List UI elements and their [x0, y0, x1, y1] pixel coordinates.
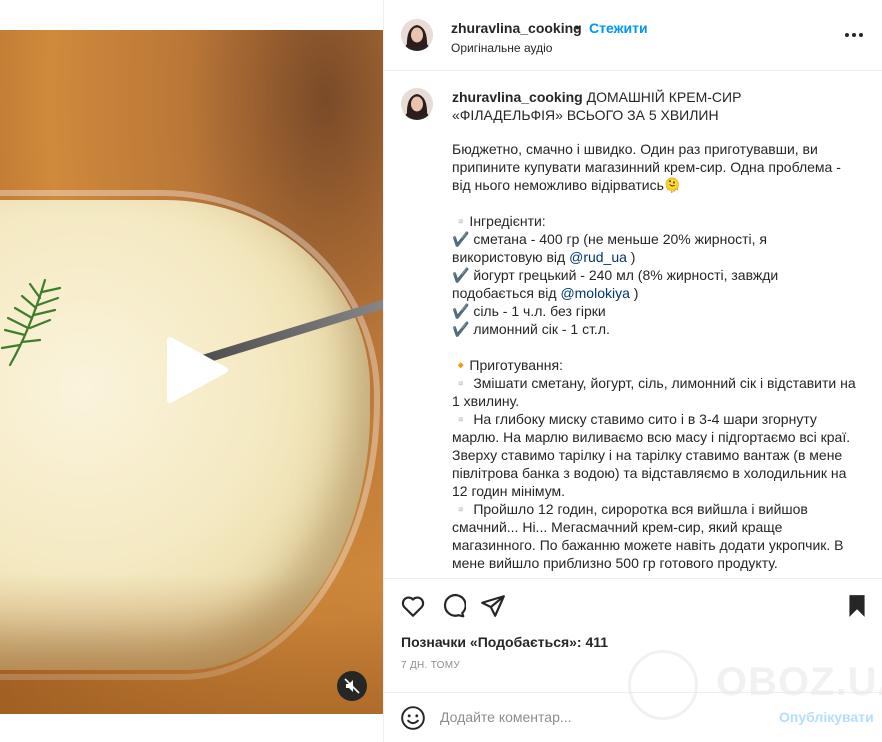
caption-avatar[interactable] [401, 88, 433, 120]
step-item: ▫️ Пройшло 12 годин, сироротка вся вийшл… [452, 501, 844, 571]
dill-garnish [0, 278, 62, 367]
mention-link[interactable]: @molokiya [560, 285, 629, 301]
caption-area: zhuravlina_cooking ДОМАШНІЙ КРЕМ-СИР «ФІ… [384, 72, 882, 577]
post-date[interactable]: 7 ДН. ТОМУ [401, 660, 460, 671]
wooden-board [0, 574, 383, 714]
ingredient-item: ✔️ сіль - 1 ч.л. без гірки [452, 303, 606, 319]
avatar[interactable] [401, 19, 433, 51]
post-panel: zhuravlina_cooking • Стежити Оригінальне… [383, 0, 882, 742]
watermark-text: OBOZ.UA [716, 660, 882, 704]
step-item: ▫️ Змішати сметану, йогурт, сіль, лимонн… [452, 375, 856, 409]
caption-intro: Бюджетно, смачно і швидко. Один раз приг… [452, 141, 841, 193]
caption-body: Бюджетно, смачно і швидко. Один раз приг… [452, 140, 857, 572]
post-header: zhuravlina_cooking • Стежити Оригінальне… [384, 0, 882, 71]
header-separator: • [575, 19, 580, 35]
mute-icon[interactable] [337, 671, 367, 701]
ingredient-item: ✔️ сметана - 400 гр (не меньше 20% жирно… [452, 231, 767, 265]
bookmark-icon[interactable] [844, 593, 870, 619]
more-horizontal-icon[interactable] [845, 27, 869, 43]
action-bar [384, 578, 882, 638]
likes-count[interactable]: Позначки «Подобається»: 411 [401, 634, 608, 650]
send-icon[interactable] [480, 593, 506, 619]
ingredient-item: ✔️ лимонний сік - 1 ст.л. [452, 321, 610, 337]
follow-button[interactable]: Стежити [589, 20, 648, 36]
post-media[interactable] [0, 0, 383, 742]
ingredients-title: ▫️Інгредієнти: [452, 213, 546, 229]
steps-title: 🔸Приготування: [452, 357, 563, 373]
header-username[interactable]: zhuravlina_cooking [451, 20, 582, 36]
caption-username[interactable]: zhuravlina_cooking [452, 89, 583, 105]
play-icon[interactable] [160, 335, 230, 405]
step-item: ▫️ На глибоку миску ставимо сито і в 3-4… [452, 411, 851, 499]
comment-icon[interactable] [440, 593, 466, 619]
caption-heading: zhuravlina_cooking ДОМАШНІЙ КРЕМ-СИР «ФІ… [452, 88, 852, 124]
watermark: OBOZ.UA [628, 650, 882, 730]
heart-icon[interactable] [400, 593, 426, 619]
emoji-icon[interactable] [400, 705, 426, 731]
watermark-logo [628, 650, 698, 720]
audio-label[interactable]: Оригінальне аудіо [451, 41, 552, 55]
ingredient-item: ✔️ йогурт грецький - 240 мл (8% жирності… [452, 267, 779, 301]
mention-link[interactable]: @rud_ua [569, 249, 627, 265]
